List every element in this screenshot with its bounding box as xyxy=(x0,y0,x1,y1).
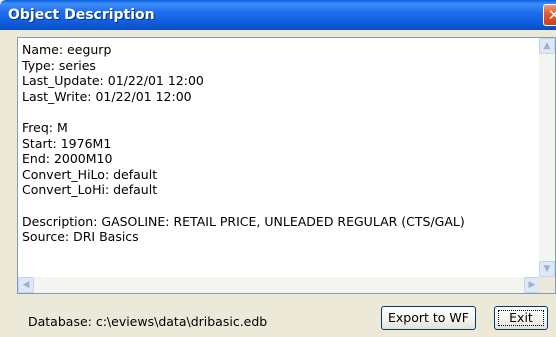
description-line: Source: DRI Basics xyxy=(22,229,139,245)
title-bar[interactable]: Object Description ✕ xyxy=(0,0,556,30)
description-line: Name: eegurp xyxy=(22,42,112,57)
scrollbar-corner xyxy=(539,277,555,293)
chevron-down-icon: ▼ xyxy=(543,264,551,274)
description-line: Convert_HiLo: default xyxy=(22,166,158,182)
description-text: Name: eegurp Type: series Last_Update: 0… xyxy=(22,42,539,245)
object-description-dialog: Object Description ✕ Name: eegurp Type: … xyxy=(0,0,556,337)
description-textarea[interactable]: Name: eegurp Type: series Last_Update: 0… xyxy=(17,37,556,294)
chevron-up-icon: ▲ xyxy=(543,41,551,51)
scroll-right-button[interactable]: ▶ xyxy=(524,277,540,293)
vertical-scrollbar[interactable]: ▲ ▼ xyxy=(539,38,555,277)
horizontal-scrollbar[interactable]: ◀ ▶ xyxy=(18,277,540,293)
description-line: Last_Write: 01/22/01 12:00 xyxy=(22,88,192,104)
description-line xyxy=(22,198,539,214)
description-line: Convert_LoHi: default xyxy=(22,182,158,198)
window-title: Object Description xyxy=(8,7,155,23)
scroll-down-button[interactable]: ▼ xyxy=(539,261,555,277)
export-to-wf-button[interactable]: Export to WF xyxy=(381,306,476,330)
description-line: Start: 1976M1 xyxy=(22,135,112,151)
description-line: End: 2000M10 xyxy=(22,151,113,167)
close-icon: ✕ xyxy=(547,6,556,24)
focus-rectangle xyxy=(498,310,544,326)
description-line: Freq: M xyxy=(22,119,68,135)
description-line xyxy=(22,104,539,120)
description-line: Description: GASOLINE: RETAIL PRICE, UNL… xyxy=(22,213,465,229)
chevron-left-icon: ◀ xyxy=(22,280,30,290)
scroll-up-button[interactable]: ▲ xyxy=(539,38,555,54)
close-button[interactable]: ✕ xyxy=(543,4,556,26)
description-line: Type: series xyxy=(22,57,96,73)
description-line: Last_Update: 01/22/01 12:00 xyxy=(22,73,204,89)
chevron-right-icon: ▶ xyxy=(528,280,536,290)
exit-button[interactable]: Exit xyxy=(494,306,548,330)
scroll-left-button[interactable]: ◀ xyxy=(18,277,34,293)
database-path-label: Database: c:\eviews\data\dribasic.edb xyxy=(28,314,268,329)
export-button-label: Export to WF xyxy=(388,310,469,325)
